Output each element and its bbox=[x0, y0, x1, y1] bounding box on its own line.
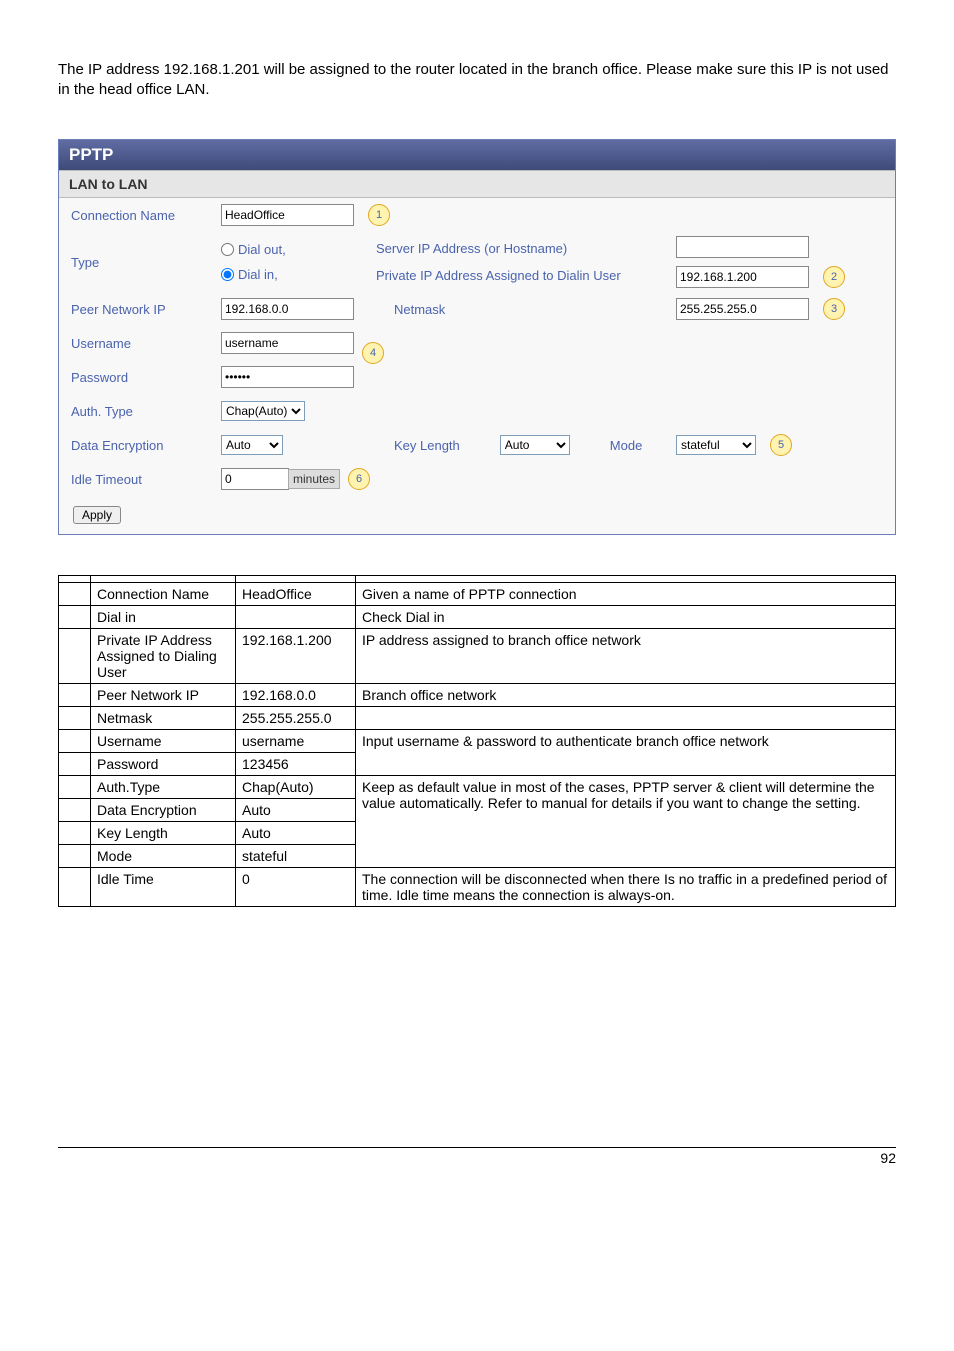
radio-dial-out[interactable] bbox=[221, 243, 234, 256]
cell-desc bbox=[356, 576, 896, 583]
label-private-ip: Private IP Address Assigned to Dialin Us… bbox=[376, 268, 676, 283]
radio-dial-in[interactable] bbox=[221, 268, 234, 281]
label-username: Username bbox=[71, 336, 221, 351]
panel-subtitle: LAN to LAN bbox=[59, 170, 895, 198]
radio-dial-out-wrap[interactable]: Dial out, bbox=[221, 242, 376, 257]
select-data-encryption[interactable]: Auto bbox=[221, 435, 283, 455]
row-auth-type: Auth. Type Chap(Auto) bbox=[59, 394, 895, 428]
input-netmask[interactable] bbox=[676, 298, 809, 320]
row-connection-name: Connection Name 1 bbox=[59, 198, 895, 232]
label-mode: Mode bbox=[610, 438, 643, 453]
input-peer-network[interactable] bbox=[221, 298, 354, 320]
row-username: Username 4 bbox=[59, 326, 895, 360]
label-netmask: Netmask bbox=[376, 302, 676, 317]
input-server-ip[interactable] bbox=[676, 236, 809, 258]
callout-6: 6 bbox=[348, 468, 370, 490]
label-idle-timeout: Idle Timeout bbox=[71, 472, 221, 487]
label-dial-in: Dial in, bbox=[238, 267, 278, 282]
label-peer-network: Peer Network IP bbox=[71, 302, 221, 317]
page-number: 92 bbox=[58, 1147, 896, 1166]
label-minutes: minutes bbox=[288, 469, 340, 489]
table-row: Auth.Type Chap(Auto) Keep as default val… bbox=[59, 776, 896, 799]
label-connection-name: Connection Name bbox=[71, 208, 221, 223]
table-row: Idle Time 0 The connection will be disco… bbox=[59, 868, 896, 907]
pptp-form-panel: PPTP LAN to LAN Connection Name 1 Type D… bbox=[58, 139, 896, 535]
callout-4: 4 bbox=[362, 342, 384, 364]
table-row: Private IP Address Assigned to Dialing U… bbox=[59, 629, 896, 684]
cell-value bbox=[236, 576, 356, 583]
table-row: Connection Name HeadOffice Given a name … bbox=[59, 583, 896, 606]
input-username[interactable] bbox=[221, 332, 354, 354]
select-key-length[interactable]: Auto bbox=[500, 435, 570, 455]
label-auth-type: Auth. Type bbox=[71, 404, 221, 419]
select-mode[interactable]: stateful bbox=[676, 435, 756, 455]
cell-item bbox=[59, 576, 91, 583]
row-password: Password bbox=[59, 360, 895, 394]
row-idle-timeout: Idle Timeout minutes 6 bbox=[59, 462, 895, 496]
radio-dial-in-wrap[interactable]: Dial in, bbox=[221, 267, 376, 282]
label-type: Type bbox=[71, 255, 221, 270]
table-row: Dial in Check Dial in bbox=[59, 606, 896, 629]
row-data-encryption: Data Encryption Auto Key Length Auto Mod… bbox=[59, 428, 895, 462]
intro-paragraph: The IP address 192.168.1.201 will be ass… bbox=[58, 60, 896, 99]
table-row bbox=[59, 576, 896, 583]
label-dial-out: Dial out, bbox=[238, 242, 286, 257]
callout-2: 2 bbox=[823, 266, 845, 288]
table-row: Username username Input username & passw… bbox=[59, 730, 896, 753]
input-password[interactable] bbox=[221, 366, 354, 388]
panel-title: PPTP bbox=[59, 140, 895, 170]
table-row: Peer Network IP 192.168.0.0 Branch offic… bbox=[59, 684, 896, 707]
table-row: Netmask 255.255.255.0 bbox=[59, 707, 896, 730]
label-key-length: Key Length bbox=[394, 438, 460, 453]
label-password: Password bbox=[71, 370, 221, 385]
input-connection-name[interactable] bbox=[221, 204, 354, 226]
callout-1: 1 bbox=[368, 204, 390, 226]
callout-5: 5 bbox=[770, 434, 792, 456]
apply-row: Apply bbox=[59, 496, 895, 534]
select-auth-type[interactable]: Chap(Auto) bbox=[221, 401, 305, 421]
callout-3: 3 bbox=[823, 298, 845, 320]
input-private-ip[interactable] bbox=[676, 266, 809, 288]
reference-table: Connection Name HeadOffice Given a name … bbox=[58, 575, 896, 907]
row-type: Type Dial out, Dial in, Server IP Addres… bbox=[59, 232, 895, 292]
row-peer-network: Peer Network IP Netmask 3 bbox=[59, 292, 895, 326]
input-idle-timeout[interactable] bbox=[221, 468, 289, 490]
label-server-ip: Server IP Address (or Hostname) bbox=[376, 241, 676, 256]
cell-name bbox=[91, 576, 236, 583]
label-data-encryption: Data Encryption bbox=[71, 438, 221, 453]
apply-button[interactable]: Apply bbox=[73, 506, 121, 524]
form-body: Connection Name 1 Type Dial out, Dial in… bbox=[59, 198, 895, 534]
